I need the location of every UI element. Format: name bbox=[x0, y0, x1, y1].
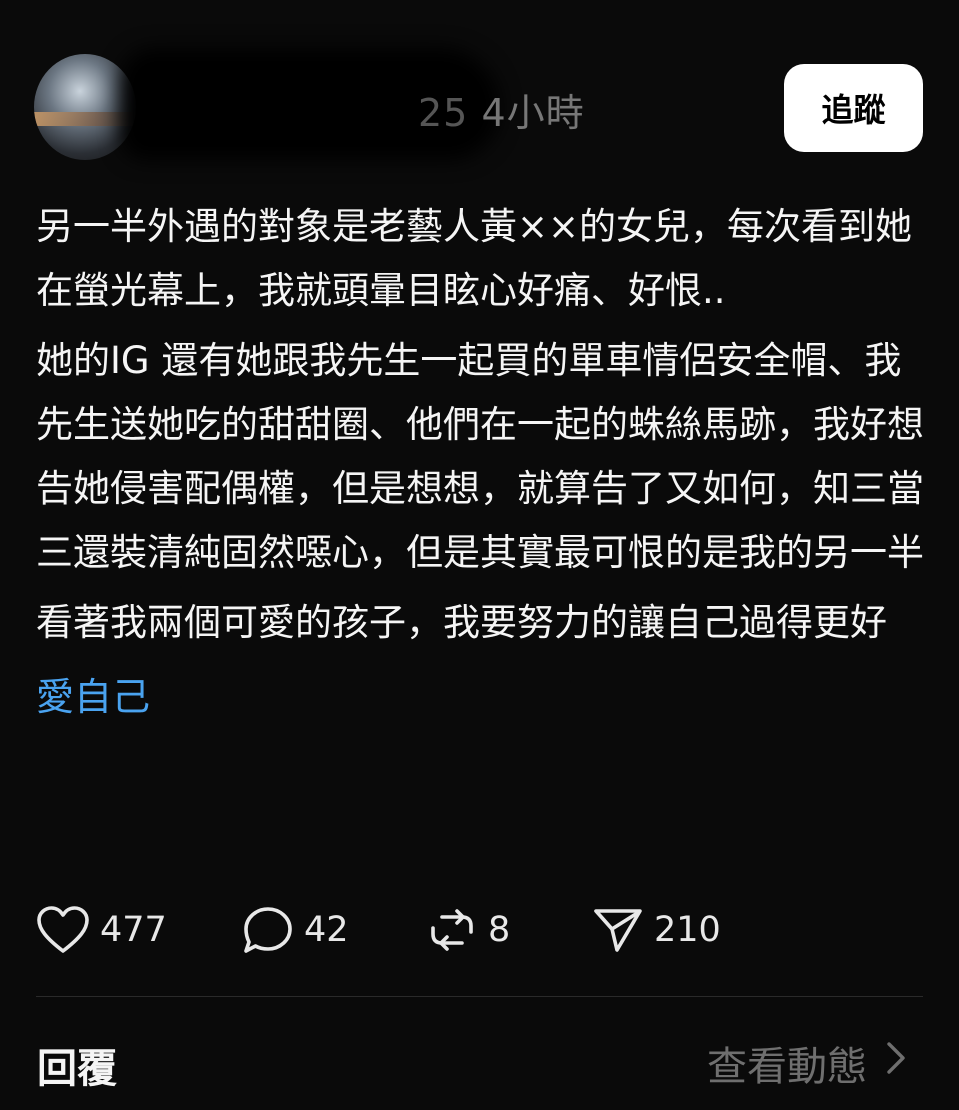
post-time: 4小時 bbox=[481, 91, 585, 135]
like-button[interactable]: 477 bbox=[36, 905, 242, 955]
like-count: 477 bbox=[100, 910, 167, 950]
post-actions: 477 42 8 210 bbox=[36, 900, 721, 960]
post-paragraph-3: 看著我兩個可愛的孩子，我要努力的讓自己過得更好 bbox=[36, 601, 887, 644]
repost-count: 8 bbox=[488, 910, 511, 950]
post-body: 另一半外遇的對象是老藝人黃××的女兒，每次看到她在螢光幕上，我就頭暈目眩心好痛、… bbox=[36, 195, 926, 729]
speech-bubble-icon bbox=[242, 905, 294, 955]
repost-button[interactable]: 8 bbox=[426, 905, 592, 955]
repost-arrows-icon bbox=[426, 905, 478, 955]
post-meta: 25 4小時 bbox=[418, 82, 585, 137]
divider bbox=[36, 996, 923, 997]
follow-button[interactable]: 追蹤 bbox=[784, 64, 923, 152]
view-activity-link[interactable]: 查看動態 bbox=[707, 1034, 907, 1092]
post-header: 25 4小時 追蹤 bbox=[0, 0, 959, 170]
chevron-right-icon bbox=[867, 1040, 907, 1086]
paper-plane-icon bbox=[592, 905, 644, 955]
heart-icon bbox=[36, 905, 90, 955]
reply-button[interactable]: 回覆 bbox=[37, 1036, 117, 1094]
comment-button[interactable]: 42 bbox=[242, 905, 426, 955]
hashtag-link[interactable]: 愛自己 bbox=[36, 665, 150, 729]
post-paragraph-2: 她的IG 還有她跟我先生一起買的單車情侶安全帽、我先生送她吃的甜甜圈、他們在一起… bbox=[36, 339, 924, 574]
comment-count: 42 bbox=[304, 910, 349, 950]
view-activity-label: 查看動態 bbox=[707, 1044, 867, 1090]
post-paragraph-1: 另一半外遇的對象是老藝人黃××的女兒，每次看到她在螢光幕上，我就頭暈目眩心好痛、… bbox=[36, 205, 913, 312]
share-count: 210 bbox=[654, 910, 721, 950]
share-button[interactable]: 210 bbox=[592, 905, 721, 955]
author-fragment: 25 bbox=[418, 91, 469, 135]
